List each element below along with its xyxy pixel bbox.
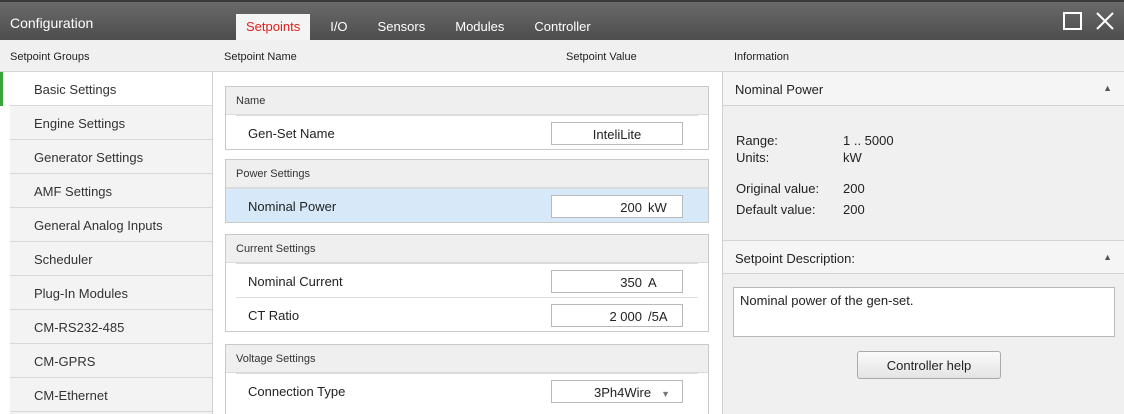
tab-setpoints[interactable]: Setpoints (236, 14, 311, 40)
window-controls (1062, 10, 1116, 32)
setpoint-groups-header: Setpoint Groups (10, 51, 90, 63)
setpoint-name: Gen-Set Name (248, 126, 335, 141)
nominal-current-field[interactable]: 350 A (551, 270, 683, 293)
ct-ratio-field[interactable]: 2 000/5A (551, 304, 683, 327)
original-value: 200 (843, 181, 865, 196)
setpoint-name: Connection Type (248, 384, 346, 399)
main-tabs: Setpoints I/O Sensors Modules Controller (236, 14, 611, 42)
gen-set-name-field[interactable]: InteliLite (551, 122, 683, 145)
tab-sensors[interactable]: Sensors (368, 14, 436, 40)
default-value-label: Default value: (736, 202, 816, 217)
setpoint-value: InteliLite (592, 127, 642, 142)
app-title: Configuration (10, 15, 94, 31)
sidebar-item-scheduler[interactable]: Scheduler (10, 242, 212, 276)
nominal-power-field[interactable]: 200 kW (551, 195, 683, 218)
setpoint-value: 200 (620, 200, 642, 215)
setpoint-group-power: Power Settings Nominal Power 200 kW (225, 159, 709, 223)
controller-help-button[interactable]: Controller help (857, 351, 1001, 379)
sidebar-item-cm-ethernet[interactable]: CM-Ethernet (10, 378, 212, 412)
setpoint-name-header: Setpoint Name (224, 51, 297, 63)
setpoint-group-name: Name Gen-Set Name InteliLite (225, 86, 709, 150)
setpoint-row-selected[interactable]: Nominal Power 200 kW (226, 188, 708, 222)
sidebar-item-general-analog-inputs[interactable]: General Analog Inputs (10, 208, 212, 242)
connection-type-select[interactable]: 3Ph4Wire ▼ (551, 380, 683, 403)
sidebar-item-cm-gprs[interactable]: CM-GPRS (10, 344, 212, 378)
setpoints-panel: Name Gen-Set Name InteliLite Power Setti… (213, 72, 722, 414)
setpoint-row[interactable]: Connection Type 3Ph4Wire ▼ (236, 373, 698, 407)
group-title: Power Settings (226, 160, 708, 188)
original-value-label: Original value: (736, 181, 820, 196)
maximize-icon[interactable] (1062, 10, 1084, 32)
setpoint-value-header: Setpoint Value (566, 51, 637, 63)
description-header[interactable]: Setpoint Description: ▲ (723, 240, 1124, 274)
setpoint-group-current: Current Settings Nominal Current 350 A CT… (225, 234, 709, 332)
info-title-header[interactable]: Nominal Power ▲ (723, 72, 1124, 106)
chevron-down-icon: ▼ (661, 389, 670, 399)
tab-io[interactable]: I/O (320, 14, 357, 40)
setpoint-groups-list: Basic Settings Engine Settings Generator… (0, 72, 213, 414)
setpoint-name: Nominal Power (248, 199, 337, 214)
collapse-up-icon[interactable]: ▲ (1103, 252, 1112, 262)
setpoint-value: 350 (620, 275, 642, 290)
setpoint-description-box: Nominal power of the gen-set. (733, 287, 1115, 337)
sidebar-item-generator-settings[interactable]: Generator Settings (10, 140, 212, 174)
information-header: Information (734, 51, 790, 63)
range-value: 1 .. 5000 (843, 133, 894, 148)
setpoint-value: 3Ph4Wire (594, 385, 652, 400)
setpoint-row[interactable]: Gen-Set Name InteliLite (236, 115, 698, 149)
sidebar-item-cm-rs232-485[interactable]: CM-RS232-485 (10, 310, 212, 344)
sidebar-item-plug-in-modules[interactable]: Plug-In Modules (10, 276, 212, 310)
sidebar-item-amf-settings[interactable]: AMF Settings (10, 174, 212, 208)
info-title: Nominal Power (735, 82, 824, 97)
close-icon[interactable] (1094, 10, 1116, 32)
setpoint-unit: A (648, 275, 657, 290)
setpoint-name: CT Ratio (248, 308, 300, 323)
setpoint-unit: /5A (648, 309, 668, 324)
range-label: Range: (736, 133, 778, 148)
group-title: Current Settings (226, 235, 708, 263)
default-value: 200 (843, 202, 865, 217)
title-bar: Configuration Setpoints I/O Sensors Modu… (0, 0, 1124, 40)
tab-controller[interactable]: Controller (524, 14, 600, 40)
setpoint-unit: kW (648, 200, 667, 215)
group-title: Voltage Settings (226, 345, 708, 373)
units-label: Units: (736, 150, 770, 165)
setpoint-row[interactable]: Nominal Current 350 A (236, 263, 698, 297)
information-panel: Nominal Power ▲ Range: 1 .. 5000 Units: … (722, 72, 1124, 414)
group-title: Name (226, 87, 708, 115)
setpoint-name: Nominal Current (248, 274, 343, 289)
setpoint-value: 2 000 (609, 309, 642, 324)
description-title: Setpoint Description: (735, 251, 855, 266)
setpoint-row[interactable]: CT Ratio 2 000/5A (236, 297, 698, 331)
column-header-bar: Setpoint Groups Setpoint Name Setpoint V… (0, 40, 1124, 72)
units-value: kW (843, 150, 862, 165)
sidebar-item-engine-settings[interactable]: Engine Settings (10, 106, 212, 140)
collapse-up-icon[interactable]: ▲ (1103, 83, 1112, 93)
tab-modules[interactable]: Modules (445, 14, 514, 40)
setpoint-group-voltage: Voltage Settings Connection Type 3Ph4Wir… (225, 344, 709, 414)
sidebar-item-basic-settings[interactable]: Basic Settings (0, 72, 212, 106)
setpoint-description: Nominal power of the gen-set. (740, 293, 914, 308)
